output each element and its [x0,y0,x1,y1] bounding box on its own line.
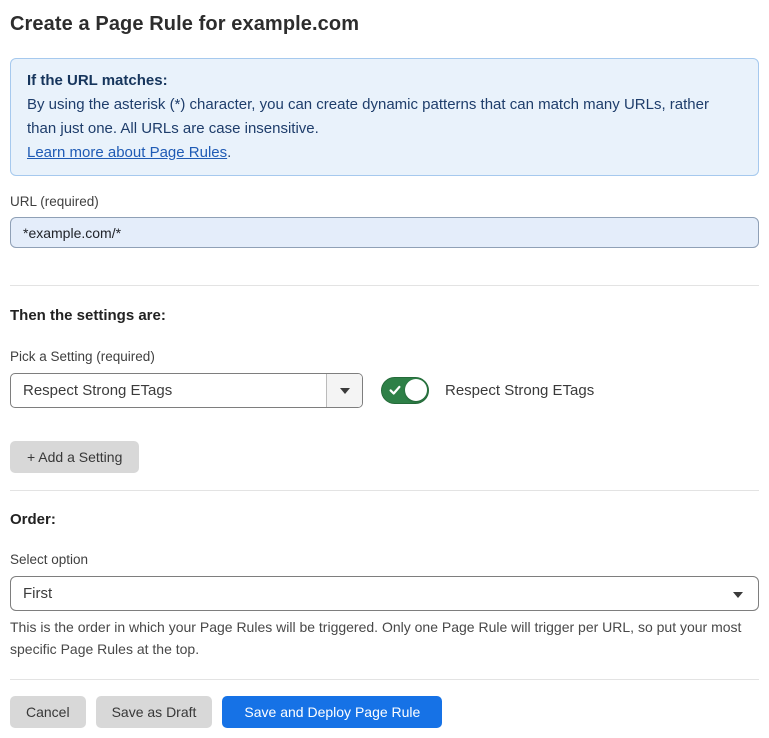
divider [10,490,759,491]
etags-toggle[interactable] [381,377,429,404]
order-help-text: This is the order in which your Page Rul… [10,616,755,660]
check-icon [388,383,402,402]
learn-more-link[interactable]: Learn more about Page Rules [27,144,227,161]
setting-select[interactable]: Respect Strong ETags [10,373,363,408]
info-box-heading: If the URL matches: [27,69,742,93]
divider [10,285,759,286]
footer-actions: Cancel Save as Draft Save and Deploy Pag… [10,696,759,728]
add-setting-button[interactable]: + Add a Setting [10,441,139,473]
setting-select-value: Respect Strong ETags [11,374,326,407]
toggle-knob [405,379,427,401]
url-input[interactable] [10,217,759,248]
order-heading: Order: [10,511,759,529]
pick-setting-label: Pick a Setting (required) [10,349,759,365]
order-select[interactable]: First [10,576,759,611]
save-draft-button[interactable]: Save as Draft [96,696,213,728]
setting-select-dropdown-button[interactable] [326,374,362,407]
url-label: URL (required) [10,194,759,210]
link-period: . [227,144,231,161]
divider [10,679,759,680]
setting-row: Respect Strong ETags Respect Strong ETag… [10,373,759,408]
save-deploy-button[interactable]: Save and Deploy Page Rule [222,696,442,728]
info-box-body: By using the asterisk (*) character, you… [27,93,742,141]
order-select-label: Select option [10,552,759,568]
url-match-info-box: If the URL matches: By using the asteris… [10,58,759,176]
settings-heading: Then the settings are: [10,307,759,325]
page-title: Create a Page Rule for example.com [10,12,759,36]
create-page-rule-page: Create a Page Rule for example.com If th… [0,0,769,738]
info-box-link-line: Learn more about Page Rules. [27,141,742,165]
order-select-value: First [23,585,52,602]
chevron-down-icon [733,592,743,598]
cancel-button[interactable]: Cancel [10,696,86,728]
toggle-label: Respect Strong ETags [445,382,594,399]
chevron-down-icon [340,388,350,394]
